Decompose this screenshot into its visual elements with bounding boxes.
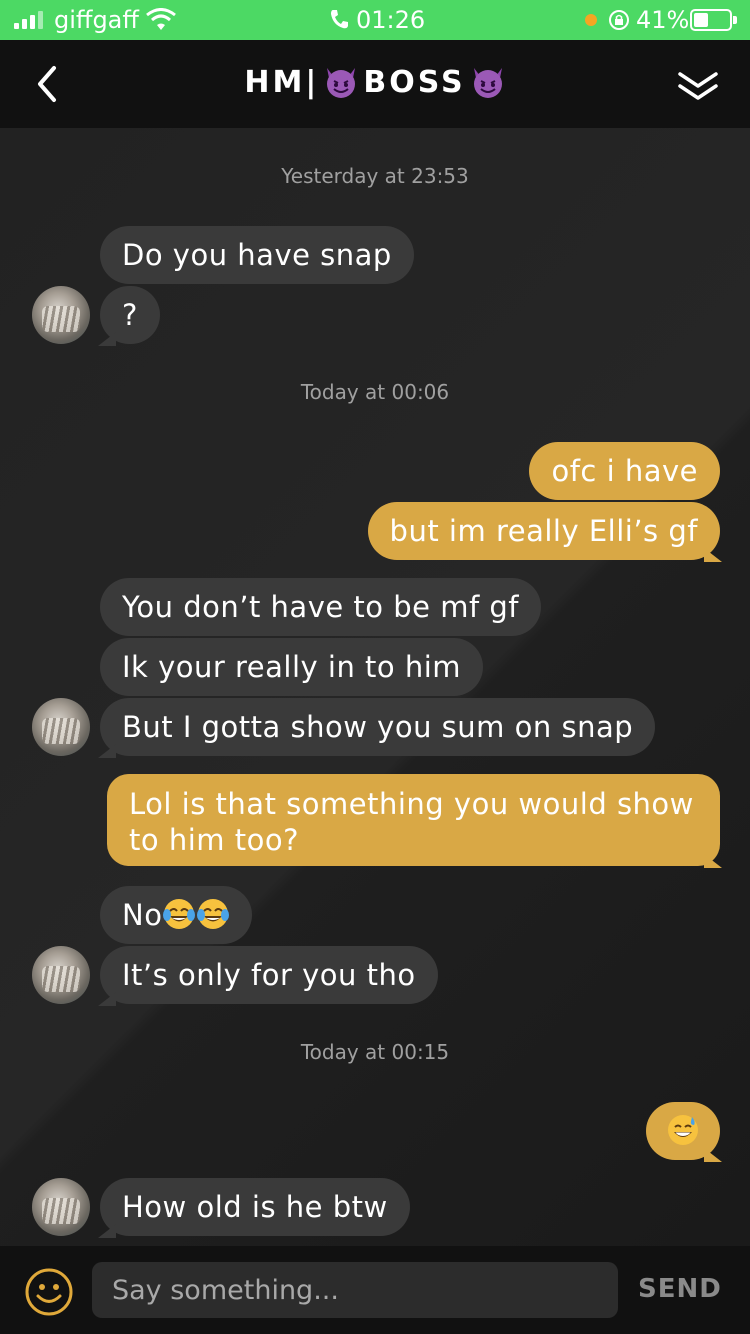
compose-bar: SEND <box>0 1246 750 1334</box>
chat-header: HM| BOSS <box>0 40 750 128</box>
conversation-title: HM| BOSS <box>0 64 750 100</box>
incoming-message[interactable]: But I gotta show you sum on snap <box>100 698 656 756</box>
smiling-devil-icon <box>473 68 502 98</box>
wifi-icon <box>146 8 176 30</box>
outgoing-message[interactable]: but im really Elli’s gf <box>367 502 720 560</box>
carrier-label: giffgaff <box>54 6 139 34</box>
clock: 01:26 <box>356 6 426 34</box>
chevron-double-down-icon[interactable] <box>676 66 720 106</box>
tears-of-joy-icon <box>163 899 196 929</box>
grinning-sweat-icon <box>668 1115 698 1145</box>
timestamp: Today at 00:15 <box>300 1040 450 1064</box>
avatar[interactable] <box>32 698 90 756</box>
avatar[interactable] <box>32 946 90 1004</box>
battery-icon <box>690 9 737 31</box>
timestamp: Today at 00:06 <box>300 380 450 404</box>
avatar[interactable] <box>32 286 90 344</box>
incoming-message[interactable]: ? <box>100 286 160 344</box>
status-bar: giffgaff 01:26 41% <box>0 0 750 40</box>
message-input[interactable] <box>92 1262 618 1318</box>
incoming-message[interactable]: How old is he btw <box>100 1178 410 1236</box>
outgoing-message[interactable]: Lol is that something you would show to … <box>107 774 720 866</box>
incoming-message[interactable]: No <box>100 886 253 944</box>
mic-in-use-dot <box>585 14 597 26</box>
emoji-picker-icon[interactable] <box>24 1267 74 1317</box>
battery-percent: 41% <box>636 6 690 34</box>
avatar[interactable] <box>32 1178 90 1236</box>
timestamp: Yesterday at 23:53 <box>281 164 469 188</box>
message-text: No <box>122 898 163 932</box>
title-text-right: BOSS <box>363 64 466 100</box>
signal-icon <box>14 11 43 29</box>
smiling-devil-icon <box>327 68 356 98</box>
outgoing-message[interactable]: ofc i have <box>529 442 720 500</box>
phone-icon <box>331 10 348 29</box>
incoming-message[interactable]: You don’t have to be mf gf <box>100 578 542 636</box>
incoming-message[interactable]: It’s only for you tho <box>100 946 438 1004</box>
message-list[interactable]: Yesterday at 23:53 Do you have snap ? To… <box>0 128 750 1246</box>
incoming-message[interactable]: Ik your really in to him <box>100 638 484 696</box>
outgoing-message[interactable] <box>646 1102 720 1160</box>
incoming-message[interactable]: Do you have snap <box>100 226 414 284</box>
send-button[interactable]: SEND <box>638 1274 722 1304</box>
rotation-lock-icon <box>609 10 629 30</box>
title-text-left: HM| <box>244 64 320 100</box>
tears-of-joy-icon <box>197 899 230 929</box>
